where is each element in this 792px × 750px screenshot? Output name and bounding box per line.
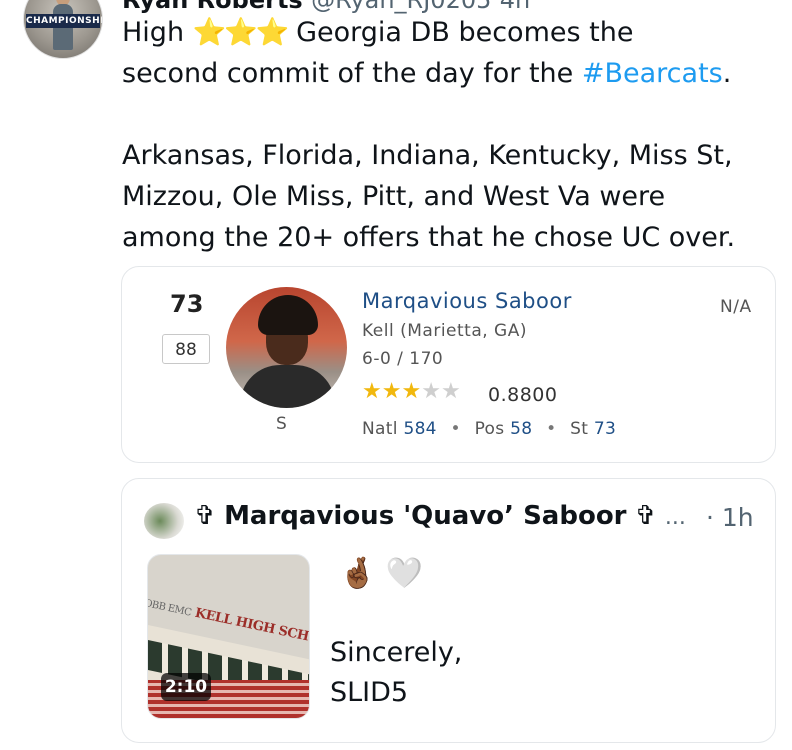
quote-time[interactable]: · 1h bbox=[706, 503, 754, 532]
quote-author-name[interactable]: Marqavious 'Quavo’ Saboor bbox=[224, 501, 626, 531]
tweet-text-segment: Georgia DB becomes the bbox=[296, 17, 634, 48]
star-icon: ★ bbox=[362, 379, 382, 404]
player-rating-badge: 88 bbox=[162, 334, 210, 364]
st-label: St bbox=[570, 419, 589, 439]
player-rankings: Natl 584 • Pos 58 • St 73 bbox=[362, 419, 616, 439]
tweet-para2-line1: Arkansas, Florida, Indiana, Kentucky, Mi… bbox=[122, 140, 733, 171]
pos-label: Pos bbox=[474, 419, 505, 439]
video-thumbnail[interactable]: OBB EMC KELL HIGH SCHOOL 2:10 bbox=[147, 554, 310, 719]
truncation-ellipsis: ... bbox=[664, 505, 686, 530]
crossed-fingers-icon: 🤞🏾 bbox=[339, 556, 377, 591]
white-heart-icon: 🤍 bbox=[385, 556, 424, 591]
quote-tweet-card[interactable]: ✞ Marqavious 'Quavo’ Saboor ✞ ... · 1h O… bbox=[121, 478, 776, 743]
separator-dot: • bbox=[450, 419, 461, 439]
tweet-line-2: second commit of the day for the #Bearca… bbox=[122, 53, 782, 94]
star-icon: ★ bbox=[401, 379, 422, 404]
tweet-para2-line2: Mizzou, Ole Miss, Pitt, and West Va were bbox=[122, 181, 666, 212]
video-duration-badge: 2:10 bbox=[161, 673, 211, 701]
player-photo[interactable] bbox=[226, 287, 347, 408]
author-avatar[interactable]: CHAMPIONSHIPS bbox=[23, 0, 103, 59]
tweet-text-segment: . bbox=[722, 58, 732, 89]
pos-rank-link[interactable]: 58 bbox=[510, 419, 532, 439]
tweet-text-segment: second commit of the day for the bbox=[122, 58, 574, 89]
player-height-weight: 6-0 / 170 bbox=[362, 349, 444, 369]
cross-icon: ✞ bbox=[634, 501, 657, 531]
avatar-banner-text: CHAMPIONSHIPS bbox=[26, 14, 103, 28]
player-name-link[interactable]: Marqavious Saboor bbox=[362, 289, 572, 313]
cross-icon: ✞ bbox=[194, 501, 216, 531]
hashtag-bearcats-link[interactable]: #Bearcats bbox=[582, 58, 723, 89]
quote-author-header[interactable]: ✞ Marqavious 'Quavo’ Saboor ✞ ... bbox=[194, 501, 686, 531]
player-star-rating: ★★★★★ bbox=[362, 381, 461, 403]
player-rank: 73 bbox=[170, 290, 204, 318]
player-recruit-card[interactable]: 73 88 S Marqavious Saboor Kell (Marietta… bbox=[121, 266, 776, 463]
quote-emojis: 🤞🏾 🤍 bbox=[339, 559, 423, 589]
player-photo-body bbox=[240, 365, 335, 408]
tweet-text-segment: High bbox=[122, 17, 185, 48]
commit-status: N/A bbox=[720, 297, 752, 317]
natl-rank-link[interactable]: 584 bbox=[403, 419, 436, 439]
player-score: 0.8800 bbox=[488, 384, 558, 406]
st-rank-link[interactable]: 73 bbox=[594, 419, 616, 439]
star-icon: ★ bbox=[421, 379, 441, 404]
tweet-text: High ⭐⭐⭐ Georgia DB becomes the second c… bbox=[122, 12, 782, 258]
player-school: Kell (Marietta, GA) bbox=[362, 321, 527, 341]
player-photo-hair bbox=[258, 295, 318, 335]
natl-label: Natl bbox=[362, 419, 398, 439]
three-star-emoji: ⭐⭐⭐ bbox=[192, 17, 290, 48]
quote-author-avatar[interactable] bbox=[144, 503, 184, 539]
player-position: S bbox=[276, 414, 287, 434]
tweet-line-1: High ⭐⭐⭐ Georgia DB becomes the bbox=[122, 12, 782, 53]
tweet-para2-line3: among the 20+ offers that he chose UC ov… bbox=[122, 222, 736, 253]
star-icon: ★ bbox=[381, 379, 402, 404]
star-icon: ★ bbox=[440, 379, 461, 404]
separator-dot: • bbox=[546, 419, 557, 439]
quote-text-line-1: Sincerely, bbox=[330, 637, 463, 668]
quote-text-line-2: SLID5 bbox=[330, 677, 409, 708]
thumb-sign-prefix: OBB EMC bbox=[147, 597, 193, 619]
